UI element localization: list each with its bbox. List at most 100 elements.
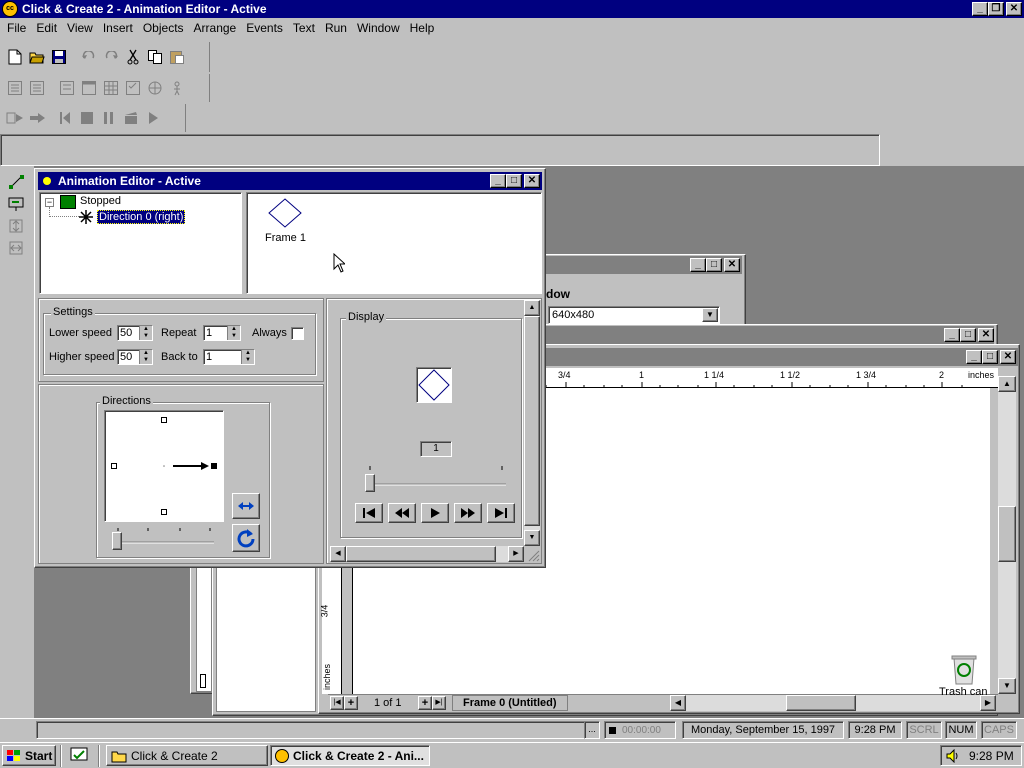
display-frame-slider[interactable] [362, 464, 510, 494]
back-to-spin-buttons[interactable]: ▲ ▼ [241, 350, 254, 364]
app-restore-button[interactable]: ❐ [988, 2, 1004, 16]
frame-tab[interactable]: Frame 0 (Untitled) [452, 695, 568, 711]
storyboard-icon[interactable] [4, 77, 26, 99]
display-hscroll-right[interactable]: ▶ [508, 546, 524, 562]
menu-view[interactable]: View [62, 18, 98, 38]
vscroll-up-button[interactable]: ▲ [998, 376, 1016, 392]
app-close-button[interactable]: ✕ [1006, 2, 1022, 16]
frame-editor-minimize-button[interactable]: _ [966, 350, 982, 364]
app-minimize-button[interactable]: _ [972, 2, 988, 16]
quicklaunch-desktop-icon[interactable] [70, 747, 88, 766]
distribute-tool-icon[interactable] [8, 240, 26, 259]
cut-icon[interactable] [122, 46, 144, 68]
repeat-spin-buttons[interactable]: ▲ ▼ [227, 326, 240, 340]
display-vscrollbar[interactable]: ▲ ▼ [524, 300, 540, 546]
bg-window-close-button[interactable]: ✕ [724, 258, 740, 272]
menu-insert[interactable]: Insert [98, 18, 138, 38]
rotate-direction-button[interactable] [232, 524, 260, 552]
display-hscroll-thumb[interactable] [346, 546, 496, 562]
play-icon[interactable] [142, 107, 164, 129]
menu-edit[interactable]: Edit [31, 18, 62, 38]
paste-icon[interactable] [166, 46, 188, 68]
add-frame-after-button[interactable]: + [418, 696, 432, 710]
rewind-icon[interactable] [54, 107, 76, 129]
properties-icon[interactable] [122, 77, 144, 99]
lower-speed-spin-buttons[interactable]: ▲ ▼ [139, 326, 152, 340]
bg-window-2-close-button[interactable]: ✕ [978, 328, 994, 342]
tree-collapse-icon[interactable]: − [45, 198, 54, 207]
lower-speed-input[interactable]: 50 ▲ ▼ [117, 325, 153, 341]
vscroll-thumb[interactable] [998, 506, 1016, 562]
display-hscroll-left[interactable]: ◀ [330, 546, 346, 562]
zoom-tool-icon[interactable] [8, 196, 26, 215]
vcr-rewind-button[interactable] [388, 503, 416, 523]
copy-icon[interactable] [144, 46, 166, 68]
frame-editor-close-button[interactable]: ✕ [1000, 350, 1016, 364]
undo-icon[interactable] [78, 46, 100, 68]
direction-speed-slider[interactable] [110, 526, 218, 550]
menu-arrange[interactable]: Arrange [189, 18, 242, 38]
task-click-create[interactable]: Click & Create 2 [106, 745, 268, 766]
vcr-first-button[interactable] [355, 503, 383, 523]
redo-icon[interactable] [100, 46, 122, 68]
menu-run[interactable]: Run [320, 18, 352, 38]
save-icon[interactable] [48, 46, 70, 68]
run-frame-icon[interactable] [26, 107, 48, 129]
resolution-select[interactable]: 640x480 [548, 306, 720, 324]
stop-icon[interactable] [76, 107, 98, 129]
window-icon[interactable] [78, 77, 100, 99]
bg-window-minimize-button[interactable]: _ [690, 258, 706, 272]
hscroll-thumb[interactable] [786, 695, 856, 711]
nav-last-frame-button[interactable]: ▶| [432, 696, 446, 710]
run-application-icon[interactable] [4, 107, 26, 129]
align-tool-icon[interactable] [8, 218, 26, 237]
pause-icon[interactable] [98, 107, 120, 129]
person-icon[interactable] [166, 77, 188, 99]
menu-file[interactable]: File [2, 18, 31, 38]
menu-help[interactable]: Help [405, 18, 440, 38]
frame-list-icon[interactable] [56, 77, 78, 99]
higher-speed-input[interactable]: 50 ▲ ▼ [117, 349, 153, 365]
display-hscrollbar[interactable]: ◀ ▶ [330, 546, 524, 562]
trash-can-icon[interactable] [948, 652, 980, 689]
menu-window[interactable]: Window [352, 18, 405, 38]
bg-window-2-minimize-button[interactable]: _ [944, 328, 960, 342]
clapper-icon[interactable] [120, 107, 142, 129]
add-frame-before-button[interactable]: + [344, 696, 358, 710]
frame-editor-vscrollbar[interactable]: ▲ ▼ [998, 376, 1016, 694]
higher-speed-spin-buttons[interactable]: ▲ ▼ [139, 350, 152, 364]
display-vscroll-up[interactable]: ▲ [524, 300, 540, 316]
menu-text[interactable]: Text [288, 18, 320, 38]
vcr-last-button[interactable] [487, 503, 515, 523]
back-to-input[interactable]: 1 ▲ ▼ [203, 349, 255, 365]
anim-maximize-button[interactable]: □ [506, 174, 522, 188]
direction-speed-thumb[interactable] [112, 532, 122, 550]
always-checkbox[interactable] [291, 327, 304, 340]
start-button[interactable]: Start [2, 745, 56, 766]
display-frame-thumb[interactable] [365, 474, 375, 492]
tree-child-label[interactable]: Direction 0 (right) [97, 210, 186, 224]
frame-editor-maximize-button[interactable]: □ [982, 350, 998, 364]
resize-grip-icon[interactable] [526, 548, 540, 565]
direction-compass[interactable] [104, 410, 224, 522]
vcr-play-button[interactable] [421, 503, 449, 523]
anim-minimize-button[interactable]: _ [490, 174, 506, 188]
menu-events[interactable]: Events [241, 18, 288, 38]
selection-tool-icon[interactable] [8, 174, 26, 193]
mirror-direction-button[interactable] [232, 493, 260, 519]
bg-window-2-maximize-button[interactable]: □ [960, 328, 976, 342]
repeat-input[interactable]: 1 ▲ ▼ [203, 325, 241, 341]
grid-icon[interactable] [100, 77, 122, 99]
globe-icon[interactable] [144, 77, 166, 99]
vcr-fast-forward-button[interactable] [454, 503, 482, 523]
anim-close-button[interactable]: ✕ [524, 174, 540, 188]
tree-root-label[interactable]: Stopped [80, 195, 121, 207]
frame-thumbnail[interactable] [267, 197, 303, 232]
display-vscroll-down[interactable]: ▼ [524, 530, 540, 546]
task-animation-editor[interactable]: Click & Create 2 - Ani... [270, 745, 430, 766]
bg-window-maximize-button[interactable]: □ [706, 258, 722, 272]
open-folder-icon[interactable] [26, 46, 48, 68]
hscroll-left-button[interactable]: ◀ [670, 695, 686, 711]
resolution-dropdown-button[interactable]: ▼ [702, 308, 718, 322]
nav-first-frame-button[interactable]: |◀ [330, 696, 344, 710]
